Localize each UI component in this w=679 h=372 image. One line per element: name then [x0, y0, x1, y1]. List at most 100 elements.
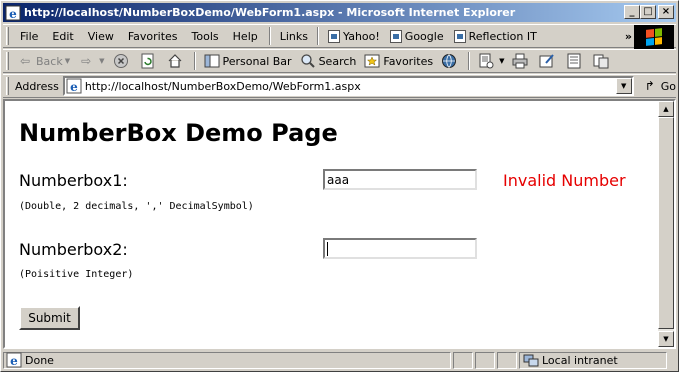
web-page-icon — [389, 29, 402, 43]
status-cell — [497, 351, 517, 369]
separator — [317, 27, 319, 45]
numberbox1-input[interactable] — [323, 169, 477, 190]
submit-button[interactable]: Submit — [19, 306, 80, 330]
search-label: Search — [318, 54, 357, 68]
back-button[interactable]: ⇦ Back ▼ — [13, 53, 74, 69]
link-reflection-it[interactable]: Reflection IT — [449, 29, 542, 43]
text-caret — [327, 241, 328, 256]
address-bar: Address e http://localhost/NumberBoxDemo… — [3, 74, 676, 98]
numberbox1-label: Numberbox1: — [19, 171, 128, 190]
print-icon — [512, 53, 528, 69]
toolbar-grip[interactable] — [6, 77, 9, 95]
scroll-down-icon[interactable]: ▼ — [658, 331, 674, 347]
minimize-button[interactable]: _ — [624, 5, 640, 19]
discuss-button[interactable] — [562, 53, 589, 69]
toolbar-grip[interactable] — [6, 27, 9, 45]
windows-flag-icon — [646, 28, 662, 46]
refresh-button[interactable] — [136, 53, 163, 69]
ie-logo-icon: e — [5, 5, 21, 21]
title-bar[interactable]: e http://localhost/NumberBoxDemo/WebForm… — [3, 3, 676, 22]
messenger-button[interactable] — [589, 53, 616, 69]
page-content: NumberBox Demo Page Numberbox1: Invalid … — [5, 101, 658, 347]
media-button[interactable] — [437, 53, 464, 69]
page-done-icon: e — [6, 352, 22, 368]
edit-icon — [539, 54, 555, 68]
menu-tools[interactable]: Tools — [185, 30, 226, 43]
stop-button[interactable] — [109, 53, 136, 69]
media-globe-icon — [442, 54, 457, 68]
separator — [193, 52, 196, 70]
link-google[interactable]: Google — [385, 29, 449, 43]
link-label: Yahoo! — [343, 29, 380, 43]
search-icon — [300, 54, 315, 68]
home-button[interactable] — [163, 53, 190, 69]
go-arrow-icon: ↱ — [644, 79, 655, 93]
link-yahoo[interactable]: Yahoo! — [323, 29, 385, 43]
address-dropdown-icon[interactable]: ▼ — [615, 78, 632, 94]
edit-button[interactable] — [535, 53, 562, 69]
personal-bar-button[interactable]: Personal Bar — [200, 53, 296, 69]
personal-bar-label: Personal Bar — [222, 54, 292, 68]
svg-text:e: e — [10, 354, 18, 368]
chevron-more-icon[interactable]: » — [625, 30, 632, 43]
web-page-icon — [328, 29, 340, 43]
personal-bar-icon — [204, 54, 219, 68]
zone-label: Local intranet — [542, 353, 618, 367]
messenger-icon — [593, 54, 609, 69]
forward-button[interactable]: ⇨ ▼ — [74, 53, 108, 69]
status-text: Done — [25, 353, 54, 367]
dropdown-arrow-icon[interactable]: ▼ — [99, 57, 104, 65]
numberbox1-hint: (Double, 2 decimals, ',' DecimalSymbol) — [19, 201, 254, 212]
go-button[interactable]: ↱ Go — [642, 78, 676, 94]
search-button[interactable]: Search — [296, 53, 361, 69]
favorites-label: Favorites — [383, 54, 434, 68]
stop-icon — [113, 54, 128, 68]
numberbox1-error: Invalid Number — [503, 171, 626, 190]
maximize-button[interactable]: □ — [640, 5, 656, 19]
address-field[interactable]: e http://localhost/NumberBoxDemo/WebForm… — [62, 76, 634, 96]
separator — [268, 27, 271, 45]
security-zone[interactable]: Local intranet — [519, 351, 667, 369]
separator — [468, 52, 471, 70]
status-main: e Done — [3, 351, 451, 369]
link-label: Reflection IT — [468, 29, 537, 43]
page-title: NumberBox Demo Page — [19, 119, 338, 147]
print-button[interactable] — [508, 53, 535, 69]
numberbox2-input[interactable] — [323, 238, 477, 259]
home-icon — [168, 54, 181, 68]
scroll-up-icon[interactable]: ▲ — [658, 101, 674, 117]
menu-view[interactable]: View — [81, 30, 121, 43]
menu-edit[interactable]: Edit — [45, 30, 80, 43]
toolbar-grip[interactable] — [6, 52, 9, 70]
page-viewport: NumberBox Demo Page Numberbox1: Invalid … — [3, 99, 676, 349]
favorites-icon — [364, 54, 380, 68]
scroll-thumb[interactable] — [658, 117, 674, 329]
forward-arrow-icon: ⇨ — [81, 54, 92, 68]
link-label: Google — [404, 29, 444, 43]
svg-text:e: e — [9, 7, 17, 21]
status-cell — [475, 351, 495, 369]
status-cell — [453, 351, 473, 369]
status-bar: e Done Local intranet — [3, 351, 676, 369]
local-intranet-icon — [523, 354, 539, 367]
history-icon — [479, 53, 494, 69]
go-label: Go — [660, 79, 676, 93]
menu-bar: File Edit View Favorites Tools Help Link… — [3, 24, 676, 49]
back-label: Back — [36, 54, 63, 68]
vertical-scrollbar[interactable]: ▲ ▼ — [658, 101, 674, 347]
ie-page-icon: e — [66, 78, 82, 94]
close-button[interactable]: × — [658, 5, 674, 19]
back-arrow-icon: ⇦ — [19, 54, 31, 68]
discuss-icon — [567, 53, 581, 69]
dropdown-arrow-icon[interactable]: ▼ — [499, 57, 504, 65]
address-label: Address — [15, 79, 59, 93]
favorites-button[interactable]: Favorites — [360, 53, 437, 69]
numberbox2-label: Numberbox2: — [19, 240, 128, 259]
menu-favorites[interactable]: Favorites — [121, 30, 185, 43]
browser-window: e http://localhost/NumberBoxDemo/WebForm… — [0, 0, 679, 372]
links-label[interactable]: Links — [275, 30, 313, 43]
dropdown-arrow-icon[interactable]: ▼ — [65, 57, 70, 65]
menu-file[interactable]: File — [13, 30, 45, 43]
menu-help[interactable]: Help — [226, 30, 265, 43]
history-button[interactable]: ▼ — [474, 53, 508, 69]
